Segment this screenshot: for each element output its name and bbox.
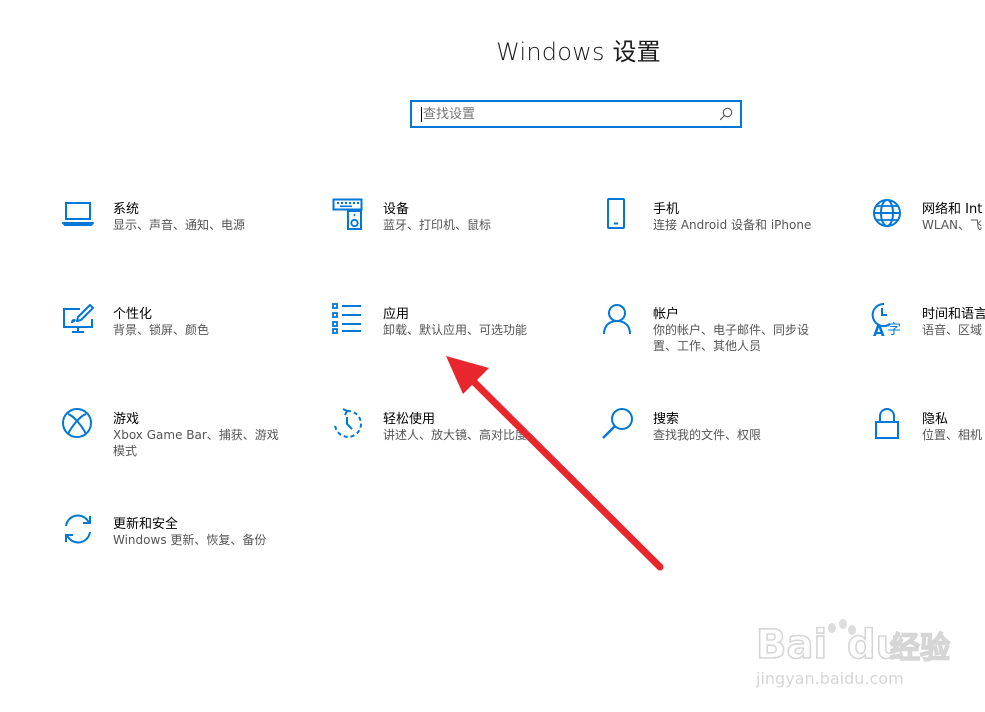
svg-text:A: A (873, 322, 885, 337)
tile-gaming[interactable]: 游戏 Xbox Game Bar、捕获、游戏模式 (62, 408, 307, 488)
ease-of-access-icon (334, 408, 362, 438)
search-box[interactable] (410, 100, 742, 128)
tile-description: 显示、声音、通知、电源 (113, 218, 246, 232)
text-caret (421, 107, 422, 122)
tile-name: 轻松使用 (383, 412, 436, 427)
tile-name: 游戏 (113, 412, 140, 427)
apps-list-icon (332, 303, 361, 334)
sync-icon (65, 514, 91, 544)
tile-description: 语音、区域 (922, 323, 983, 337)
tile-name: 帐户 (653, 307, 680, 322)
tile-description: Windows 更新、恢复、备份 (113, 533, 267, 547)
tile-description: 背景、锁屏、颜色 (113, 323, 210, 337)
tile-accounts[interactable]: 帐户 你的帐户、电子邮件、同步设置、工作、其他人员 (602, 303, 847, 383)
tile-time-language[interactable]: A 字 时间和语言 语音、区域 (871, 303, 985, 383)
tile-name: 应用 (383, 307, 410, 322)
tile-name: 隐私 (922, 412, 949, 427)
tile-description: WLAN、飞 (922, 218, 983, 232)
baidu-watermark: Bai du 经验 jingyan.baidu.com (755, 619, 951, 688)
tile-description: 蓝牙、打印机、鼠标 (383, 218, 492, 232)
tile-description: 卸载、默认应用、可选功能 (383, 323, 528, 337)
search-icon[interactable] (719, 107, 733, 121)
page-title: Windows 设置 (496, 38, 661, 66)
laptop-icon (62, 202, 94, 226)
tile-description: 连接 Android 设备和 iPhone (653, 218, 812, 232)
time-language-icon: A 字 (871, 303, 901, 337)
tile-description: 你的帐户、电子邮件、同步设置、工作、其他人员 (653, 323, 810, 353)
search-input[interactable] (420, 102, 713, 126)
tile-update-security[interactable]: 更新和安全 Windows 更新、恢复、备份 (62, 513, 307, 593)
tile-name: 搜索 (653, 412, 680, 427)
tile-description: 位置、相机 (922, 428, 983, 442)
watermark-brand: Bai (756, 622, 827, 668)
tile-ease-of-access[interactable]: 轻松使用 讲述人、放大镜、高对比度 (332, 408, 577, 488)
tile-description: 讲述人、放大镜、高对比度 (383, 428, 528, 442)
tile-name: 设备 (383, 202, 410, 217)
tile-name: 时间和语言 (922, 307, 985, 322)
tile-system[interactable]: 系统 显示、声音、通知、电源 (62, 198, 307, 278)
tile-name: 网络和 Int (922, 202, 983, 217)
svg-text:字: 字 (887, 322, 901, 337)
person-icon (603, 304, 631, 335)
watermark-service: 经验 (890, 631, 950, 666)
globe-icon (873, 199, 901, 227)
tile-name: 手机 (653, 202, 680, 217)
tile-name: 更新和安全 (113, 517, 179, 532)
tile-search[interactable]: 搜索 查找我的文件、权限 (602, 408, 847, 488)
watermark-url: jingyan.baidu.com (755, 669, 904, 688)
tile-privacy[interactable]: 隐私 位置、相机 (871, 408, 985, 488)
personalization-icon (63, 304, 94, 333)
tile-apps[interactable]: 应用 卸载、默认应用、可选功能 (332, 303, 577, 383)
keyboard-speaker-icon (332, 198, 363, 230)
tile-devices[interactable]: 设备 蓝牙、打印机、鼠标 (332, 198, 577, 278)
phone-icon (607, 198, 625, 229)
tile-name: 系统 (113, 202, 140, 217)
tile-network[interactable]: 网络和 Int WLAN、飞 (871, 198, 985, 278)
tile-name: 个性化 (113, 307, 153, 322)
settings-window: Windows 设置 系统 显示、声音、通知、电源 (0, 0, 985, 712)
tile-phone[interactable]: 手机 连接 Android 设备和 iPhone (602, 198, 847, 278)
tile-description: Xbox Game Bar、捕获、游戏模式 (113, 428, 279, 458)
tile-personalization[interactable]: 个性化 背景、锁屏、颜色 (62, 303, 307, 383)
lock-icon (875, 408, 899, 439)
xbox-icon (62, 408, 92, 438)
tile-description: 查找我的文件、权限 (653, 428, 762, 442)
magnifier-icon (602, 408, 633, 439)
